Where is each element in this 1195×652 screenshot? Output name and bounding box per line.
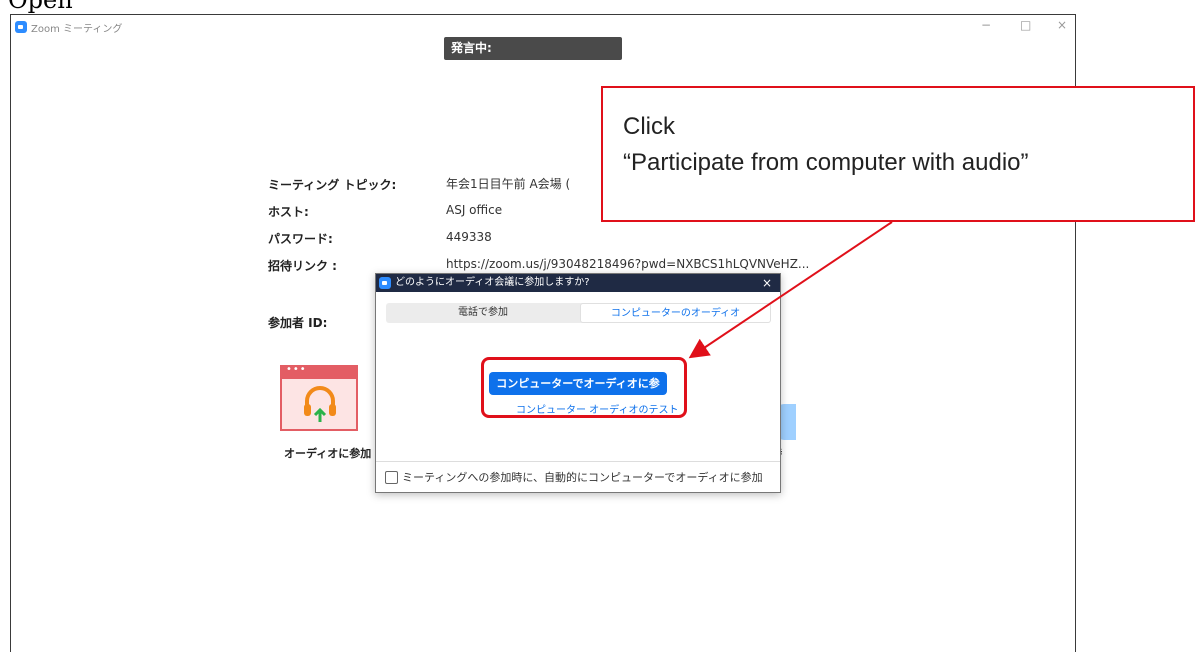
annotation-arrow xyxy=(688,221,893,359)
